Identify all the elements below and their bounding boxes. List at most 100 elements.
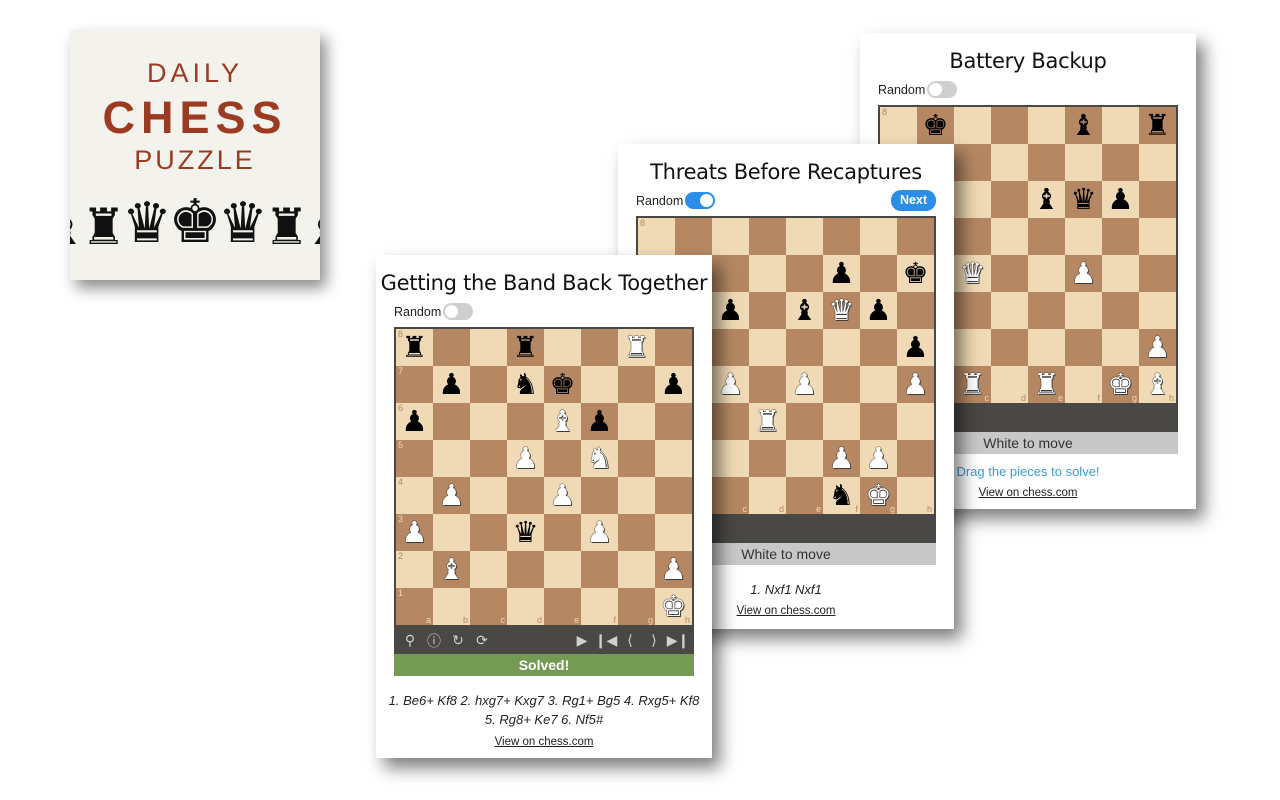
white-pawn-icon[interactable]: ♟ [903, 370, 929, 399]
white-rook-icon[interactable]: ♜ [624, 333, 650, 362]
white-rook-icon[interactable]: ♜ [1034, 370, 1060, 399]
square-b8[interactable] [433, 329, 470, 366]
square-c1[interactable]: c [712, 477, 749, 514]
square-c5[interactable] [712, 329, 749, 366]
square-e5[interactable] [544, 440, 581, 477]
square-f7[interactable]: ♟ [823, 255, 860, 292]
square-e4[interactable]: ♟ [786, 366, 823, 403]
square-b8[interactable] [675, 218, 712, 255]
black-rook-icon[interactable]: ♜ [1145, 111, 1171, 140]
square-a5[interactable]: 5 [396, 440, 433, 477]
square-c6[interactable]: ♟ [712, 292, 749, 329]
square-f5[interactable] [823, 329, 860, 366]
black-bishop-icon[interactable]: ♝ [1034, 185, 1060, 214]
square-d1[interactable]: d [749, 477, 786, 514]
square-g3[interactable] [860, 403, 897, 440]
square-c2[interactable] [470, 551, 507, 588]
square-d4[interactable] [749, 366, 786, 403]
square-f1[interactable]: f ♞ [823, 477, 860, 514]
square-g7[interactable] [860, 255, 897, 292]
square-e3[interactable] [1028, 292, 1065, 329]
white-bishop-icon[interactable]: ♝ [550, 407, 576, 436]
square-g5[interactable] [860, 329, 897, 366]
square-a1[interactable]: 1a [396, 588, 433, 625]
square-d8[interactable] [749, 218, 786, 255]
black-pawn-icon[interactable]: ♟ [402, 407, 428, 436]
square-e3[interactable] [544, 514, 581, 551]
square-g6[interactable] [618, 403, 655, 440]
square-h3[interactable] [655, 514, 692, 551]
black-rook-icon[interactable]: ♜ [513, 333, 539, 362]
square-h7[interactable]: ♚ [897, 255, 934, 292]
reset-icon[interactable]: ⟳ [470, 632, 494, 649]
square-f7[interactable] [581, 366, 618, 403]
square-f1[interactable]: f [1065, 366, 1102, 403]
square-e8[interactable] [1028, 107, 1065, 144]
square-g8[interactable]: ♜ [618, 329, 655, 366]
white-knight-icon[interactable]: ♞ [587, 444, 613, 473]
square-f2[interactable] [581, 551, 618, 588]
square-d6[interactable] [507, 403, 544, 440]
square-d2[interactable] [507, 551, 544, 588]
square-e5[interactable] [1028, 218, 1065, 255]
square-f6[interactable]: ♛ [823, 292, 860, 329]
square-h8[interactable]: ♜ [1139, 107, 1176, 144]
square-f4[interactable] [823, 366, 860, 403]
square-e1[interactable]: e [544, 588, 581, 625]
square-d3[interactable]: ♜ [749, 403, 786, 440]
view-on-chess-com-link[interactable]: View on chess.com [376, 736, 712, 748]
square-g6[interactable]: ♟ [1102, 181, 1139, 218]
square-c4[interactable]: ♛ [954, 255, 991, 292]
square-b2[interactable]: ♝ [433, 551, 470, 588]
square-c8[interactable] [712, 218, 749, 255]
square-h8[interactable] [655, 329, 692, 366]
white-pawn-icon[interactable]: ♟ [587, 518, 613, 547]
square-c4[interactable] [470, 477, 507, 514]
square-h4[interactable]: ♟ [897, 366, 934, 403]
black-bishop-icon[interactable]: ♝ [792, 296, 818, 325]
square-d8[interactable] [991, 107, 1028, 144]
next-puzzle-button[interactable]: Next [891, 190, 936, 211]
square-h7[interactable]: ♟ [655, 366, 692, 403]
chess-board[interactable]: 8 ♜ ♜ ♜ 7 ♟ ♞ ♚ ♟ 6 ♟ ♝ ♟ 5 ♟ ♞ 4 ♟ ♟ 3 ♟ ♛ ♟ 2 ♝ ♟ 1 a b c d e f g h ♚ [394, 327, 694, 627]
square-e8[interactable] [544, 329, 581, 366]
square-d7[interactable]: ♞ [507, 366, 544, 403]
square-d3[interactable]: ♛ [507, 514, 544, 551]
white-pawn-icon[interactable]: ♟ [402, 518, 428, 547]
first-move-icon[interactable]: ❙◀ [594, 632, 618, 649]
square-h6[interactable] [897, 292, 934, 329]
white-king-icon[interactable]: ♚ [661, 592, 687, 621]
square-d7[interactable] [991, 144, 1028, 181]
square-f4[interactable] [581, 477, 618, 514]
black-pawn-icon[interactable]: ♟ [439, 370, 465, 399]
square-d6[interactable] [749, 292, 786, 329]
white-pawn-icon[interactable]: ♟ [1071, 259, 1097, 288]
play-icon[interactable]: ▶ [570, 632, 594, 649]
square-b5[interactable] [433, 440, 470, 477]
square-g7[interactable] [1102, 144, 1139, 181]
white-pawn-icon[interactable]: ♟ [792, 370, 818, 399]
square-c1[interactable]: c ♜ [954, 366, 991, 403]
black-pawn-icon[interactable]: ♟ [866, 296, 892, 325]
square-d6[interactable] [991, 181, 1028, 218]
square-c2[interactable] [712, 440, 749, 477]
square-d7[interactable] [749, 255, 786, 292]
white-queen-icon[interactable]: ♛ [829, 296, 855, 325]
square-h6[interactable] [1139, 181, 1176, 218]
square-c6[interactable] [954, 181, 991, 218]
black-pawn-icon[interactable]: ♟ [829, 259, 855, 288]
black-king-icon[interactable]: ♚ [923, 111, 949, 140]
square-e7[interactable]: ♚ [544, 366, 581, 403]
black-bishop-icon[interactable]: ♝ [1071, 111, 1097, 140]
white-king-icon[interactable]: ♚ [866, 481, 892, 510]
square-e1[interactable]: e [786, 477, 823, 514]
square-h5[interactable] [1139, 218, 1176, 255]
square-d5[interactable]: ♟ [507, 440, 544, 477]
square-a6[interactable]: 6 ♟ [396, 403, 433, 440]
square-e2[interactable] [544, 551, 581, 588]
white-pawn-icon[interactable]: ♟ [829, 444, 855, 473]
square-e6[interactable]: ♝ [544, 403, 581, 440]
white-queen-icon[interactable]: ♛ [960, 259, 986, 288]
square-f8[interactable] [581, 329, 618, 366]
square-d2[interactable] [749, 440, 786, 477]
